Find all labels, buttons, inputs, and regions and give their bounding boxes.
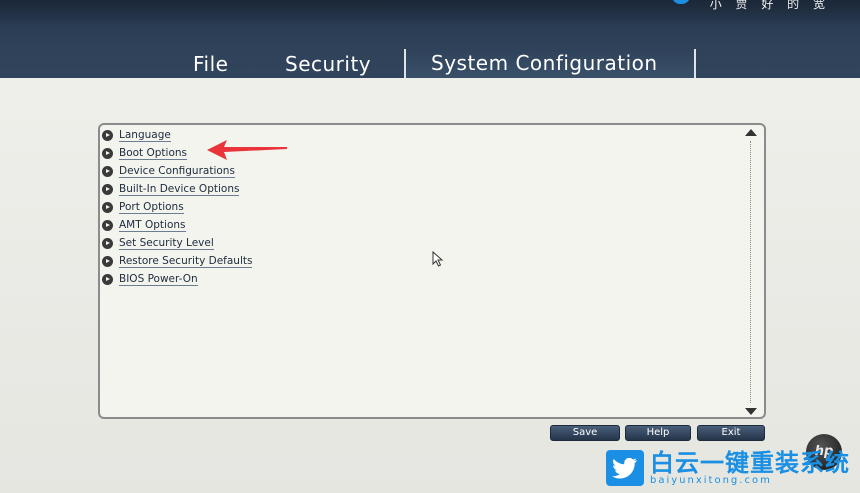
option-port-options[interactable]: Port Options — [102, 199, 252, 217]
bullet-arrow-icon — [102, 184, 113, 196]
twitter-bird-icon — [606, 450, 644, 486]
bullet-arrow-icon — [102, 130, 113, 142]
scrollbar[interactable] — [742, 129, 760, 415]
help-button[interactable]: Help — [625, 425, 691, 441]
option-label: Language — [119, 129, 171, 143]
option-restore-security-defaults[interactable]: Restore Security Defaults — [102, 252, 253, 270]
option-bios-power-on[interactable]: BIOS Power-On — [102, 270, 252, 288]
bullet-arrow-icon — [102, 166, 113, 178]
option-label: Port Options — [119, 201, 184, 214]
watermark-sub-text: baiyunxitong.com — [650, 475, 772, 486]
menu-security[interactable]: Security — [285, 50, 371, 78]
scroll-track[interactable] — [750, 141, 751, 403]
option-label: BIOS Power-On — [119, 272, 198, 286]
option-built-in-device-options[interactable]: Built-In Device Options — [102, 181, 252, 199]
option-label: Built-In Device Options — [119, 183, 240, 197]
option-label: Set Security Level — [119, 236, 214, 250]
annotation-arrow-icon — [207, 140, 287, 160]
option-label: Device Configurations — [119, 165, 235, 179]
scroll-up-arrow-icon[interactable] — [745, 129, 757, 136]
option-label: AMT Options — [119, 218, 186, 232]
option-label: Boot Options — [119, 147, 188, 161]
mouse-cursor-icon — [432, 251, 444, 267]
scroll-down-arrow-icon[interactable] — [745, 408, 757, 415]
watermark-top-text: 小 贾 好 的 宽 — [709, 0, 830, 11]
menu-file[interactable]: File — [193, 50, 228, 78]
bullet-arrow-icon — [102, 219, 113, 231]
bullet-arrow-icon — [102, 148, 113, 160]
option-set-security-level[interactable]: Set Security Level — [102, 234, 252, 252]
bullet-arrow-icon — [102, 237, 113, 249]
option-device-configurations[interactable]: Device Configurations — [102, 163, 252, 181]
exit-button[interactable]: Exit — [697, 425, 765, 441]
bullet-arrow-icon — [102, 273, 113, 285]
option-label: Restore Security Defaults — [119, 254, 253, 268]
watermark-text: 白云一键重装系统 baiyunxitong.com — [650, 450, 850, 486]
bios-screen: 小 贾 好 的 宽 File Security System Configura… — [0, 0, 860, 493]
header-bar: 小 贾 好 的 宽 File Security System Configura… — [0, 0, 860, 78]
bullet-arrow-icon — [102, 255, 113, 267]
save-button[interactable]: Save — [550, 425, 620, 441]
options-panel: Language Boot Options Device Configurati… — [98, 123, 766, 419]
bullet-arrow-icon — [102, 202, 113, 213]
watermark-bottom: 白云一键重装系统 baiyunxitong.com — [606, 450, 850, 486]
watermark-main-text: 白云一键重装系统 — [650, 449, 850, 477]
menu-system-configuration[interactable]: System Configuration — [404, 49, 696, 78]
option-amt-options[interactable]: AMT Options — [102, 216, 252, 234]
